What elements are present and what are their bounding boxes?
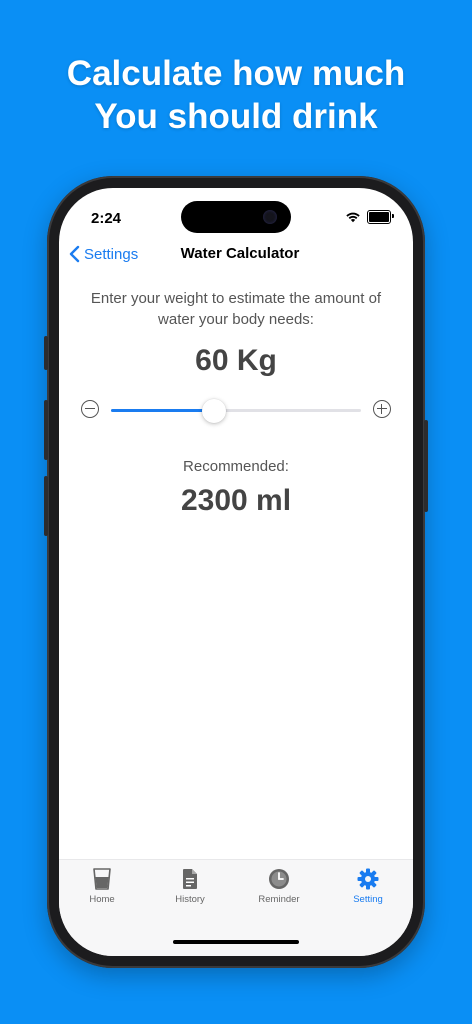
status-time: 2:24 <box>91 210 122 227</box>
gear-icon <box>357 868 379 890</box>
tab-bar: Home History Reminder Setting <box>59 859 413 956</box>
phone-screen: 2:24 Settings Water Calculator Enter you… <box>59 188 413 956</box>
tab-home[interactable]: Home <box>67 868 137 905</box>
dynamic-island <box>181 201 291 233</box>
volume-up-button <box>44 400 48 460</box>
decrease-weight-button[interactable] <box>81 400 99 418</box>
camera-icon <box>263 210 277 224</box>
headline-line-1: Calculate how much <box>66 54 406 93</box>
tab-reminder[interactable]: Reminder <box>244 868 314 905</box>
tab-label-history: History <box>175 894 205 905</box>
glass-icon <box>93 868 111 890</box>
marketing-headline: Calculate how much You should drink <box>0 52 472 138</box>
tab-history[interactable]: History <box>155 868 225 905</box>
weight-prompt: Enter your weight to estimate the amount… <box>90 290 382 328</box>
power-button <box>424 420 428 512</box>
slider-thumb[interactable] <box>201 399 226 423</box>
status-icons <box>345 210 394 224</box>
page-title: Water Calculator <box>180 245 300 262</box>
volume-down-button <box>44 476 48 536</box>
recommended-label: Recommended: <box>183 458 289 475</box>
clock-icon <box>269 869 289 889</box>
battery-icon <box>367 210 394 224</box>
document-icon <box>183 869 197 889</box>
recommended-value: 2300 ml <box>180 484 292 517</box>
weight-slider[interactable] <box>111 399 361 423</box>
wifi-icon <box>346 212 360 223</box>
tab-label-home: Home <box>89 894 115 905</box>
navigation-bar: Settings Water Calculator <box>59 234 413 274</box>
increase-weight-button[interactable] <box>373 400 391 418</box>
home-indicator <box>173 940 299 944</box>
tab-setting[interactable]: Setting <box>333 868 403 905</box>
weight-slider-row <box>81 399 391 423</box>
mute-switch <box>44 336 48 370</box>
headline-line-2: You should drink <box>94 97 378 136</box>
tab-label-reminder: Reminder <box>258 894 300 905</box>
slider-fill <box>111 409 214 412</box>
weight-value: 60 Kg <box>195 344 277 377</box>
tab-label-setting: Setting <box>353 894 383 905</box>
phone-frame: 2:24 Settings Water Calculator Enter you… <box>44 176 428 968</box>
